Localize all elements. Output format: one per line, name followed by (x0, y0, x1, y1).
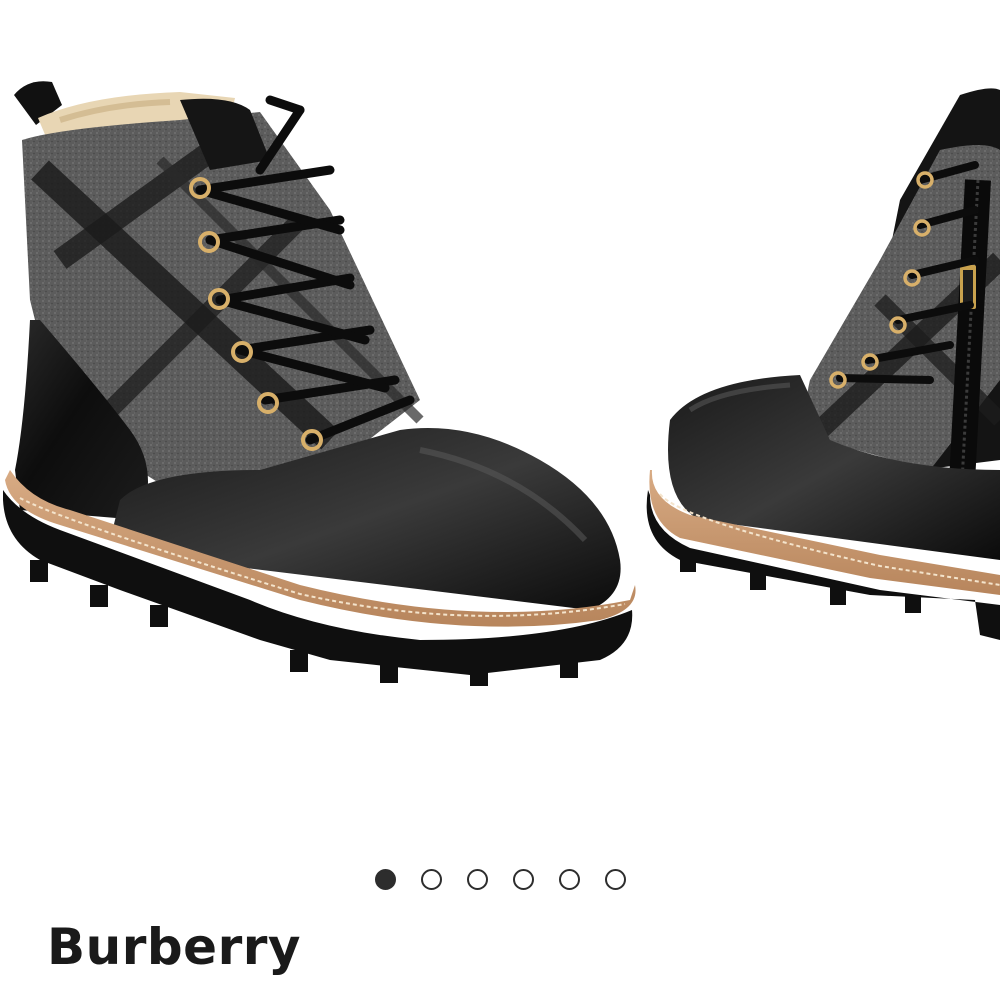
carousel-pagination (0, 864, 1000, 894)
carousel-dot-4[interactable] (512, 868, 534, 890)
product-image-carousel[interactable] (0, 0, 1000, 840)
carousel-dot-1[interactable] (374, 868, 396, 890)
boot-photo-image (3, 81, 1000, 686)
product-brand[interactable]: Burberry (47, 922, 301, 972)
carousel-dot-2[interactable] (420, 868, 442, 890)
carousel-dot-5[interactable] (558, 868, 580, 890)
carousel-dot-3[interactable] (466, 868, 488, 890)
boot-right (646, 88, 1000, 640)
boot-left (3, 81, 636, 686)
carousel-dot-6[interactable] (604, 868, 626, 890)
